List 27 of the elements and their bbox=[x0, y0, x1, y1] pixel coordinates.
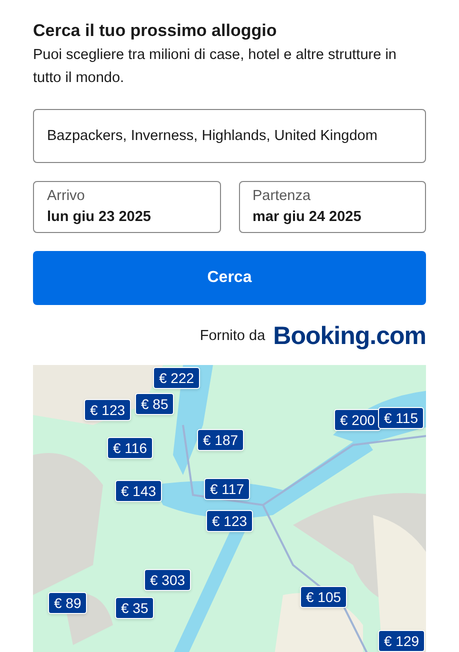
destination-field[interactable]: Bazpackers, Inverness, Highlands, United Kingdom bbox=[33, 109, 426, 163]
price-marker[interactable]: € 129 bbox=[378, 630, 426, 652]
description: Puoi scegliere tra milioni di case, hotel e altre strutture in tutto il mondo. bbox=[33, 46, 398, 88]
price-marker[interactable]: € 123 bbox=[206, 510, 254, 532]
price-marker[interactable]: € 222 bbox=[153, 367, 200, 389]
date-value: mar giu 24 2025 bbox=[252, 208, 362, 227]
date-field[interactable]: Partenza mar giu 24 2025 bbox=[238, 181, 426, 233]
date-field[interactable]: Arrivo lun giu 23 2025 bbox=[33, 181, 220, 233]
field-label: Arrivo bbox=[47, 187, 86, 206]
price-marker[interactable]: € 116 bbox=[107, 437, 153, 459]
price-marker[interactable]: € 89 bbox=[48, 592, 88, 614]
price-marker[interactable]: € 115 bbox=[378, 407, 424, 429]
price-marker[interactable]: € 143 bbox=[115, 480, 162, 502]
price-marker[interactable]: € 105 bbox=[300, 586, 348, 608]
search-button[interactable]: Cerca bbox=[33, 251, 426, 305]
provider-label: Fornito da bbox=[200, 327, 266, 346]
price-marker[interactable]: € 117 bbox=[204, 478, 250, 500]
price-marker[interactable]: € 303 bbox=[144, 569, 192, 591]
field-label: Partenza bbox=[252, 187, 312, 206]
heading: Cerca il tuo prossimo alloggio bbox=[33, 20, 278, 42]
price-marker[interactable]: € 200 bbox=[334, 409, 382, 431]
price-marker[interactable]: € 35 bbox=[115, 597, 154, 619]
price-marker[interactable]: € 85 bbox=[135, 393, 174, 415]
date-value: lun giu 23 2025 bbox=[47, 208, 152, 227]
booking-logo: Booking.com bbox=[273, 321, 426, 351]
price-marker[interactable]: € 123 bbox=[84, 399, 132, 421]
price-marker[interactable]: € 187 bbox=[197, 429, 244, 451]
